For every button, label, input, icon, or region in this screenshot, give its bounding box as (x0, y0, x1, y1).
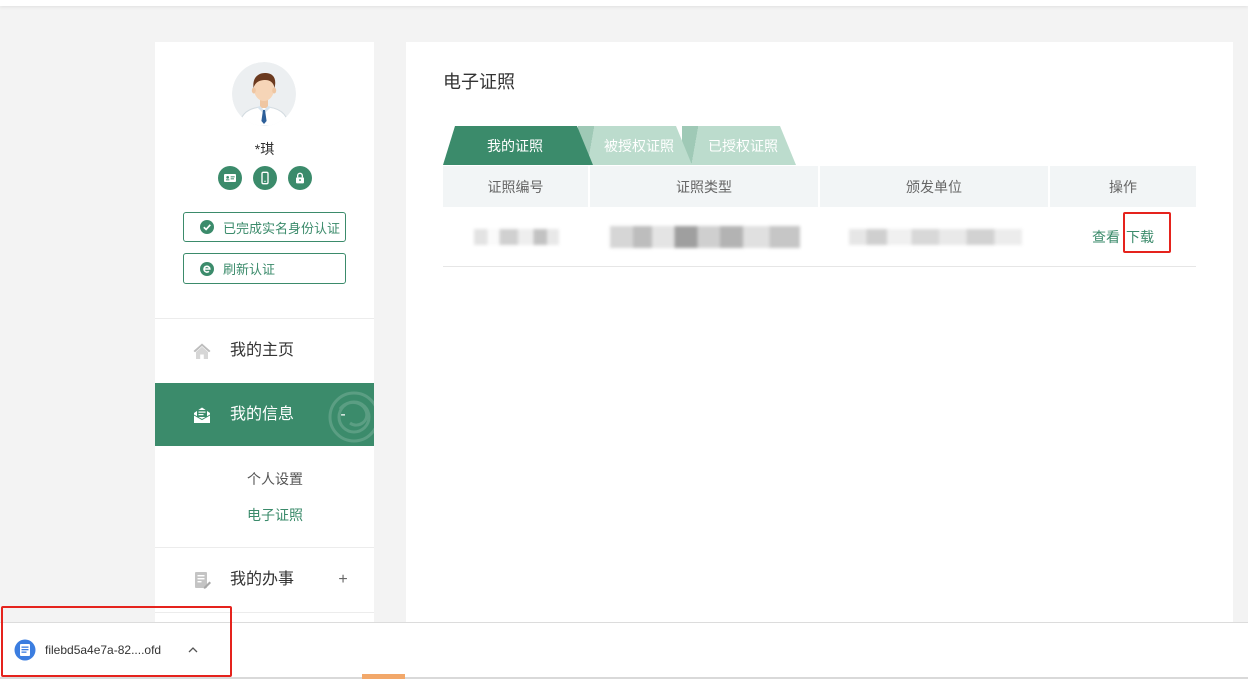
sidebar-divider (155, 612, 374, 613)
refresh-icon (200, 261, 214, 276)
sidebar-item-label: 我的主页 (230, 342, 295, 359)
redacted-value (610, 225, 800, 248)
cell-certificate-number (443, 207, 590, 266)
ofd-file-icon (14, 639, 36, 661)
user-name: *琪 (254, 141, 275, 157)
page-title: 电子证照 (443, 72, 515, 92)
tab-label: 被授权证照 (604, 137, 674, 154)
top-bar (0, 0, 1248, 6)
column-header-certificate-type: 证照类型 (590, 166, 820, 207)
main-panel: 电子证照 我的证照 被授权证照 已授权证照 证照编号 证照类型 颁发单位 操作 … (406, 42, 1233, 642)
collapse-toggle[interactable]: - (336, 405, 350, 425)
redacted-value (474, 228, 559, 245)
home-icon (193, 343, 211, 359)
verification-badges (155, 166, 374, 190)
column-header-certificate-number: 证照编号 (443, 166, 590, 207)
lock-icon (295, 172, 304, 184)
refresh-verification-button[interactable]: 刷新认证 (183, 253, 346, 284)
tab-label: 已授权证照 (708, 137, 778, 154)
avatar-man-icon (232, 62, 296, 126)
redacted-value (848, 228, 1022, 245)
lock-badge-button[interactable] (287, 166, 312, 190)
column-header-actions: 操作 (1109, 178, 1137, 195)
tab-my-certificates[interactable]: 我的证照 (443, 126, 593, 165)
sidebar-item-home[interactable]: 我的主页 (155, 319, 374, 383)
envelope-icon (193, 407, 211, 423)
table-header-row: 证照编号 证照类型 颁发单位 操作 (443, 166, 1196, 207)
verified-identity-button[interactable]: 已完成实名身份认证 (183, 212, 346, 242)
sidebar-subitem-e-certificates[interactable]: 电子证照 (247, 505, 303, 525)
table-row: 查看 下载 (443, 207, 1196, 267)
phone-icon (260, 171, 269, 185)
tab-label: 我的证照 (487, 137, 543, 154)
refresh-verification-label: 刷新认证 (223, 262, 276, 277)
sidebar-item-my-info[interactable]: 我的信息 - (155, 383, 374, 446)
affairs-icon (195, 572, 211, 589)
download-item[interactable]: filebd5a4e7a-82....ofd (8, 631, 220, 669)
certificates-table: 证照编号 证照类型 颁发单位 操作 查看 下载 (443, 166, 1196, 267)
cell-certificate-type (590, 207, 820, 266)
id-card-badge-button[interactable] (217, 166, 242, 190)
expand-toggle[interactable]: + (336, 570, 350, 590)
column-header-issuing-authority: 颁发单位 (820, 166, 1050, 207)
sidebar-item-my-affairs[interactable]: 我的办事 + (155, 548, 374, 612)
sidebar: *琪 已完成实名身份认证 刷新认证 我的主页 我的信息 - 个人设置 电子证照 … (155, 42, 374, 642)
sidebar-item-label: 我的办事 (230, 571, 295, 588)
download-shelf: filebd5a4e7a-82....ofd (0, 622, 1248, 677)
view-link[interactable]: 查看 (1092, 227, 1120, 247)
avatar (232, 62, 296, 126)
nav-decoration (328, 391, 374, 443)
sidebar-subitem-personal-settings[interactable]: 个人设置 (247, 469, 303, 489)
cell-issuing-authority (820, 207, 1050, 266)
download-file-name: filebd5a4e7a-82....ofd (45, 643, 162, 657)
chevron-up-icon[interactable] (187, 645, 199, 655)
phone-badge-button[interactable] (252, 166, 277, 190)
taskbar-fragment (362, 674, 405, 679)
sidebar-item-label: 我的信息 (230, 405, 295, 423)
id-card-icon (223, 174, 236, 182)
cell-actions: 查看 下载 (1050, 207, 1196, 266)
tab-authorized-to-me[interactable]: 被授权证照 (578, 126, 692, 165)
download-link[interactable]: 下载 (1126, 227, 1154, 247)
check-circle-icon (200, 220, 214, 234)
verified-identity-label: 已完成实名身份认证 (223, 220, 341, 236)
tab-authorized-by-me[interactable]: 已授权证照 (682, 126, 796, 165)
